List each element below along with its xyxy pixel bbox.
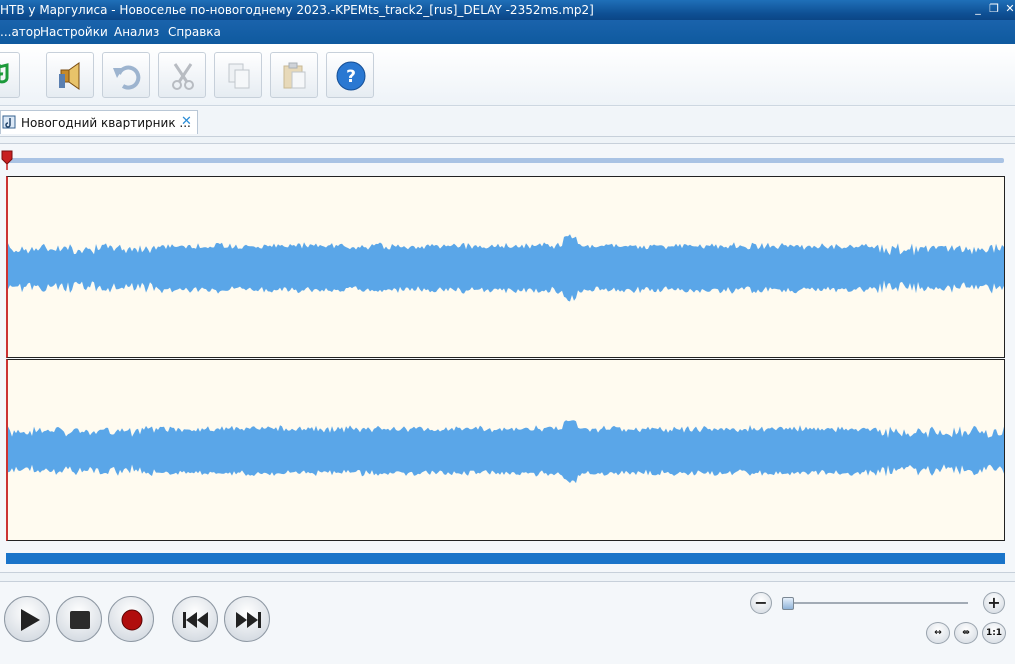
forward-button[interactable] xyxy=(224,596,270,642)
minimize-button[interactable]: _ xyxy=(971,2,985,16)
undo-button[interactable] xyxy=(102,52,150,98)
skip-back-icon xyxy=(183,612,208,628)
menu-item-help[interactable]: Справка xyxy=(168,25,221,39)
music-note-icon xyxy=(0,63,9,84)
zoom-slider-thumb[interactable] xyxy=(782,597,794,610)
play-icon xyxy=(21,609,40,631)
waveform-envelope xyxy=(8,420,1004,484)
help-icon: ? xyxy=(336,61,366,91)
zoom-fit-button[interactable]: ↔ xyxy=(926,622,950,644)
tab-strip: Новогодний квартирник ... ✕ xyxy=(0,107,1015,137)
tab-close-icon[interactable]: ✕ xyxy=(181,111,192,133)
paste-button[interactable] xyxy=(270,52,318,98)
waveform-right xyxy=(8,420,1004,484)
zoom-in-button[interactable]: + xyxy=(983,592,1005,614)
overview-bar[interactable] xyxy=(6,553,1005,564)
tab-label: Новогодний квартирник ... xyxy=(21,116,191,130)
copy-button[interactable] xyxy=(214,52,262,98)
tab-separator xyxy=(0,136,1015,144)
waveform-envelope xyxy=(8,234,1004,302)
tab-document[interactable]: Новогодний квартирник ... ✕ xyxy=(0,110,198,134)
music-button[interactable] xyxy=(0,52,20,98)
copy-icon xyxy=(228,63,250,89)
timeline-ruler[interactable] xyxy=(6,158,1004,163)
speaker-button[interactable] xyxy=(46,52,94,98)
menu-item-settings[interactable]: Настройки xyxy=(40,25,108,39)
playhead-marker-icon[interactable] xyxy=(1,150,13,170)
paste-icon xyxy=(283,62,306,89)
restore-button[interactable]: ❐ xyxy=(987,2,1001,16)
rewind-button[interactable] xyxy=(172,596,218,642)
stop-icon xyxy=(70,611,90,629)
play-button[interactable] xyxy=(4,596,50,642)
menu-item-analysis[interactable]: Анализ xyxy=(114,25,159,39)
help-mark: ? xyxy=(346,67,356,87)
record-icon xyxy=(121,609,143,631)
speaker-icon xyxy=(59,62,80,90)
zoom-selection-button[interactable]: ⇹ xyxy=(954,622,978,644)
scissors-icon xyxy=(172,63,194,90)
skip-forward-icon xyxy=(236,612,261,628)
menu-bar: ...атор Настройки Анализ Справка xyxy=(0,20,1015,44)
window-title: НТВ у Маргулиса - Новоселье по-новогодне… xyxy=(0,3,594,17)
record-button[interactable] xyxy=(108,596,154,642)
audio-file-icon xyxy=(2,115,16,129)
waveform-left xyxy=(8,234,1004,302)
undo-icon xyxy=(113,65,141,90)
transport-separator xyxy=(0,572,1015,582)
help-button[interactable]: ? xyxy=(326,52,374,98)
zoom-slider-track[interactable] xyxy=(786,602,968,604)
zoom-out-button[interactable]: − xyxy=(750,592,772,614)
cut-button[interactable] xyxy=(158,52,206,98)
title-bar: НТВ у Маргулиса - Новоселье по-новогодне… xyxy=(0,0,1015,20)
menu-item-editor[interactable]: ...атор xyxy=(0,25,41,39)
zoom-one-to-one-button[interactable]: 1:1 xyxy=(982,622,1006,644)
close-button[interactable]: ✕ xyxy=(1003,2,1015,16)
stop-button[interactable] xyxy=(56,596,102,642)
waveform-channel-left[interactable] xyxy=(6,176,1005,358)
waveform-channel-right[interactable] xyxy=(6,359,1005,541)
toolbar: ? xyxy=(0,44,1015,106)
